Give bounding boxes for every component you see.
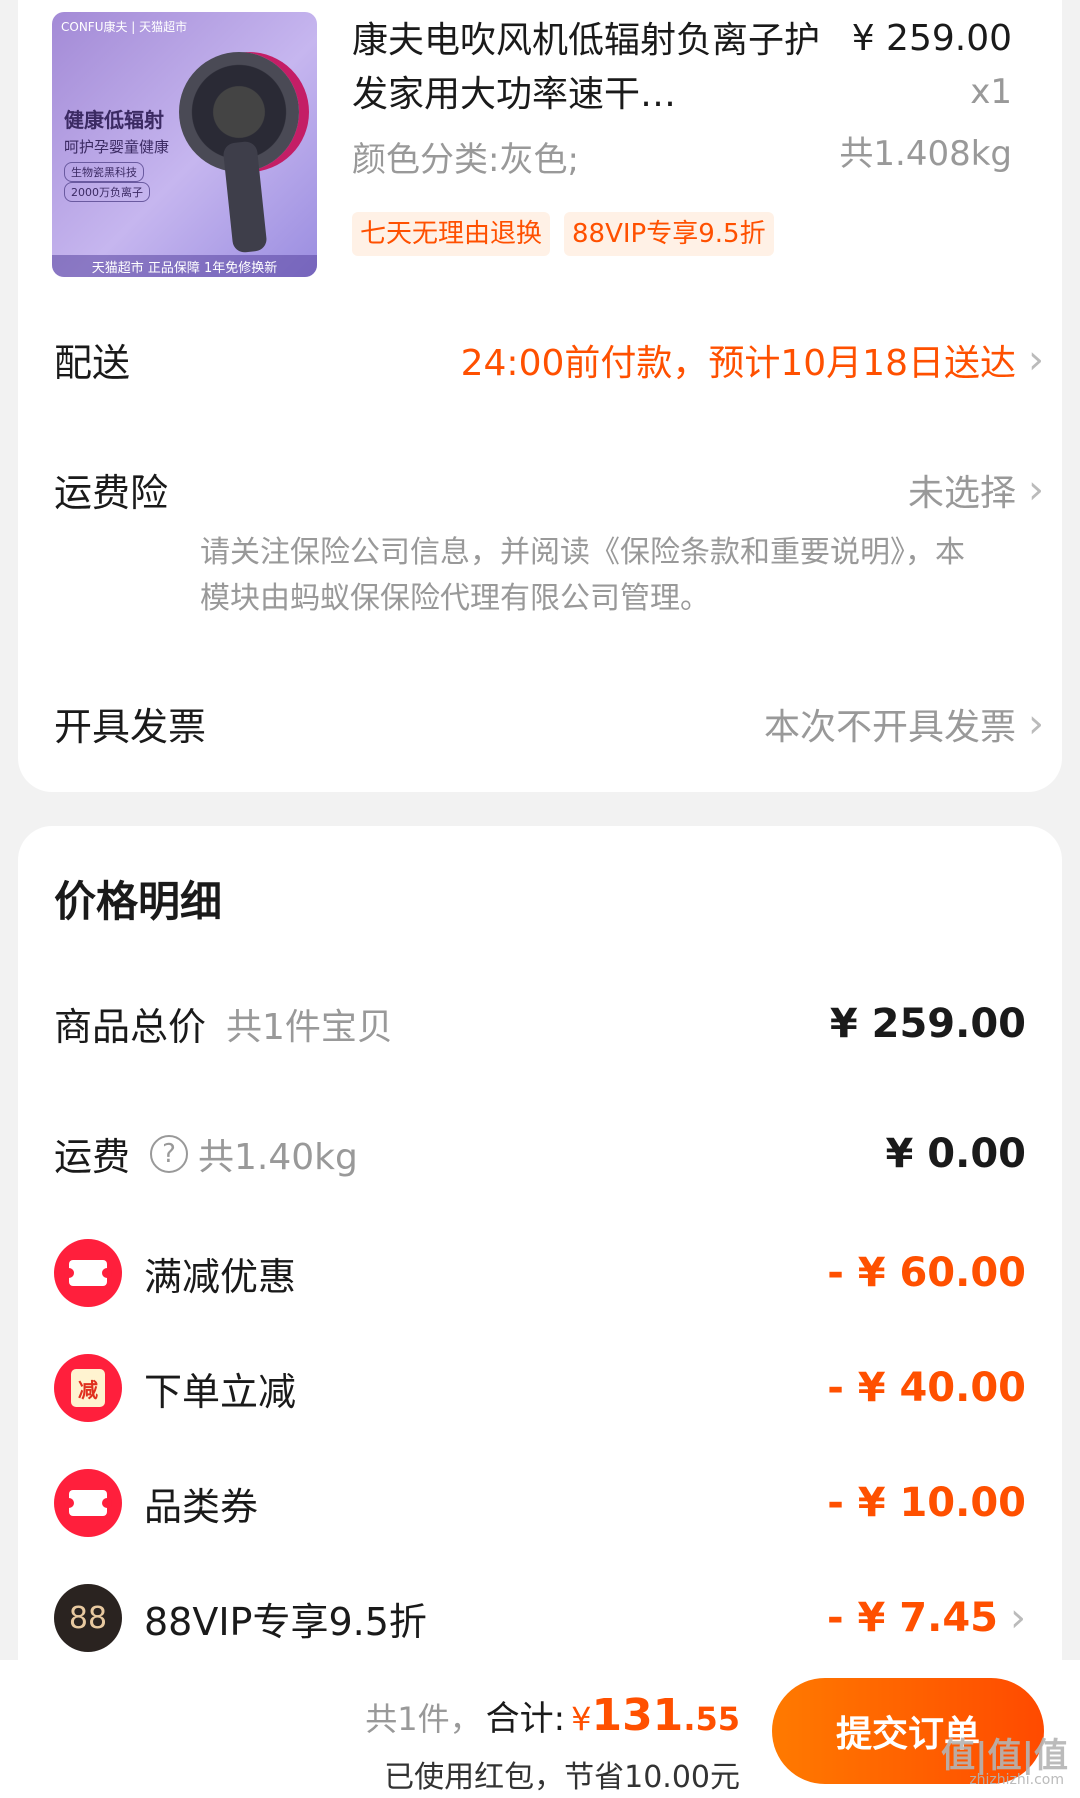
- watermark-url: zhizhizhi.com: [969, 1772, 1064, 1788]
- order-total: 共1件， 合计: ¥ 131 .55: [365, 1690, 740, 1741]
- price-detail-title: 价格明细: [54, 877, 223, 926]
- discount-row: 品类券 - ¥ 10.00: [54, 1469, 1026, 1537]
- discount-label: 满减优惠: [144, 1254, 297, 1299]
- insurance-label: 运费险: [54, 471, 169, 515]
- order-confirm-page: CONFU康夫 | 天猫超市 健康低辐射 呵护孕婴童健康 生物瓷黑科技 2000…: [0, 0, 1080, 1798]
- discount-amount: - ¥ 60.00: [827, 1250, 1026, 1296]
- help-icon[interactable]: ?: [150, 1134, 189, 1173]
- total-integer: 131: [591, 1690, 684, 1741]
- checkout-bar: 共1件， 合计: ¥ 131 .55 已使用红包，节省10.00元 提交订单: [0, 1660, 1080, 1798]
- invoice-value: 本次不开具发票: [763, 706, 1016, 748]
- order-item-card: CONFU康夫 | 天猫超市 健康低辐射 呵护孕婴童健康 生物瓷黑科技 2000…: [18, 0, 1062, 792]
- product-quantity: x1: [970, 72, 1012, 112]
- goods-total-amount: ¥ 259.00: [829, 1000, 1026, 1047]
- product-title[interactable]: 康夫电吹风机低辐射负离子护发家用大功率速干…: [352, 14, 822, 122]
- goods-total-row: 商品总价 共1件宝贝 ¥ 259.00: [54, 996, 1026, 1051]
- discount-amount: - ¥ 10.00: [827, 1480, 1026, 1526]
- discount-amount: - ¥ 40.00: [827, 1365, 1026, 1411]
- product-weight: 共1.408kg: [839, 134, 1012, 174]
- product-spec[interactable]: 颜色分类:灰色;: [352, 132, 579, 181]
- service-badges: 七天无理由退换 88VIP专享9.5折: [352, 212, 774, 256]
- invoice-label: 开具发票: [54, 705, 207, 749]
- goods-total-label: 商品总价: [54, 1005, 207, 1049]
- chevron-right-icon: ›: [1028, 336, 1044, 383]
- discount-label: 下单立减: [144, 1369, 297, 1414]
- thumb-tag-1: 健康低辐射: [64, 108, 164, 132]
- product-price: ¥ 259.00: [851, 18, 1012, 59]
- vip88-icon: 88: [54, 1584, 122, 1652]
- delivery-value: 24:00前付款，预计10月18日送达: [460, 342, 1016, 384]
- watermark-logo: 值|值|值: [941, 1736, 1068, 1776]
- chevron-right-icon: ›: [1028, 466, 1044, 513]
- discount-label: 品类券: [144, 1484, 259, 1529]
- currency-symbol: ¥: [571, 1700, 592, 1738]
- insurance-value: 未选择: [907, 472, 1016, 514]
- discount-label: 88VIP专享9.5折: [144, 1599, 427, 1644]
- delivery-row[interactable]: 配送 24:00前付款，预计10月18日送达 ›: [54, 332, 1044, 387]
- jian-icon: 减: [54, 1354, 122, 1422]
- vip-discount-row[interactable]: 88 88VIP专享9.5折 - ¥ 7.45 ›: [54, 1584, 1026, 1652]
- thumb-footer: 天猫超市 正品保障 1年免修换新: [52, 255, 317, 277]
- invoice-row[interactable]: 开具发票 本次不开具发票 ›: [54, 696, 1044, 751]
- shipping-insurance-row[interactable]: 运费险 未选择 ›: [54, 462, 1044, 517]
- saving-note: 已使用红包，节省10.00元: [384, 1760, 740, 1795]
- thumb-brand: CONFU康夫 | 天猫超市: [61, 20, 188, 34]
- shipping-weight: 共1.40kg: [198, 1136, 358, 1178]
- shipping-fee-amount: ¥ 0.00: [885, 1130, 1026, 1177]
- chevron-right-icon: ›: [1028, 700, 1044, 747]
- insurance-note[interactable]: 请关注保险公司信息，并阅读《保险条款和重要说明》，本模块由蚂蚁保保险代理有限公司…: [200, 530, 980, 622]
- shipping-fee-row: 运费 ? 共1.40kg ¥ 0.00: [54, 1126, 1026, 1181]
- thumb-pill-1: 生物瓷黑科技: [64, 162, 144, 182]
- total-label: 合计:: [485, 1699, 566, 1739]
- thumb-pill-2: 2000万负离子: [64, 182, 150, 202]
- chevron-right-icon: ›: [1010, 1595, 1026, 1641]
- thumb-tag-2: 呵护孕婴童健康: [64, 138, 170, 156]
- ticket-icon: [54, 1469, 122, 1537]
- badge-88vip: 88VIP专享9.5折: [564, 212, 774, 256]
- badge-return: 七天无理由退换: [352, 212, 551, 256]
- discount-amount: - ¥ 7.45: [827, 1595, 998, 1641]
- total-decimal: .55: [683, 1700, 740, 1738]
- discount-row: 满减优惠 - ¥ 60.00: [54, 1239, 1026, 1307]
- shipping-fee-label: 运费: [54, 1135, 131, 1179]
- product-thumbnail[interactable]: CONFU康夫 | 天猫超市 健康低辐射 呵护孕婴童健康 生物瓷黑科技 2000…: [52, 12, 317, 277]
- discount-row: 减 下单立减 - ¥ 40.00: [54, 1354, 1026, 1422]
- ticket-icon: [54, 1239, 122, 1307]
- item-count: 共1件，: [365, 1700, 482, 1738]
- delivery-label: 配送: [54, 341, 131, 385]
- goods-total-sub: 共1件宝贝: [226, 1006, 393, 1048]
- price-detail-card: 价格明细 商品总价 共1件宝贝 ¥ 259.00 运费 ? 共1.40kg ¥ …: [18, 826, 1062, 1798]
